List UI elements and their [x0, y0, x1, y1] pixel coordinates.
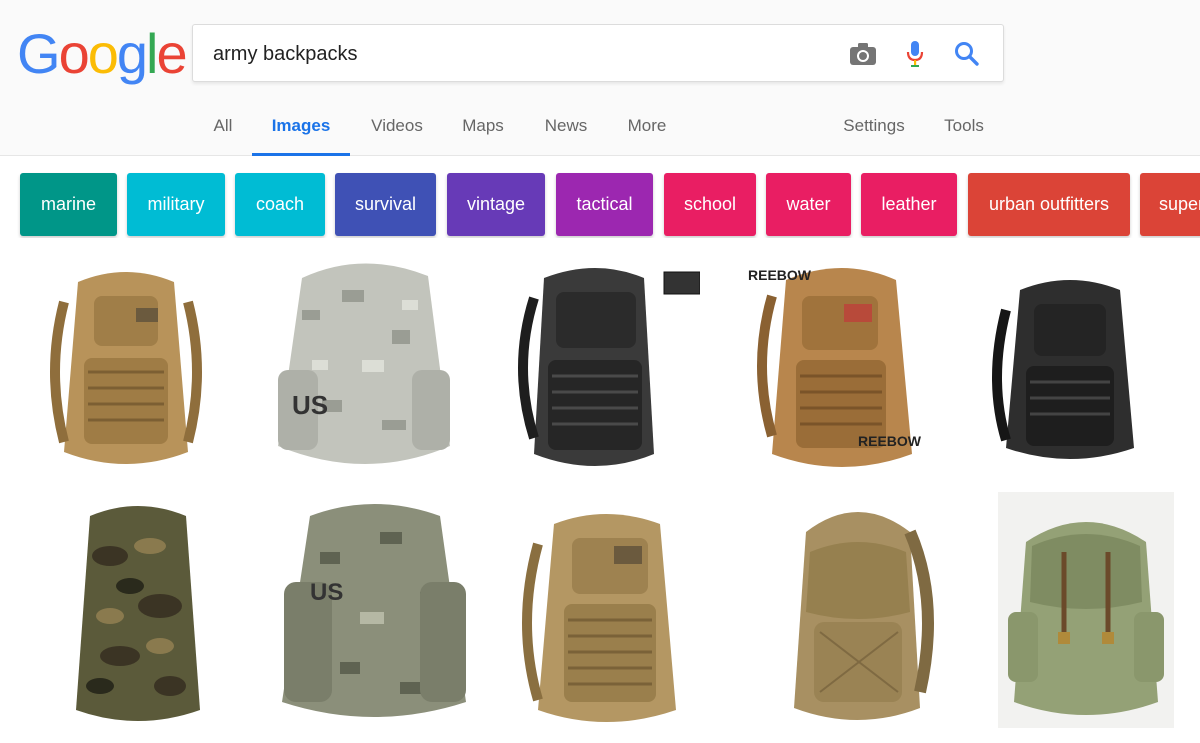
header: Google All — [0, 0, 1200, 156]
tab-maps[interactable]: Maps — [454, 104, 512, 156]
reebow-brand-text: REEBOW — [748, 267, 812, 283]
logo-letter: g — [116, 22, 148, 85]
svg-text:US: US — [310, 579, 343, 606]
camera-icon[interactable] — [848, 39, 878, 69]
tab-all[interactable]: All — [205, 104, 241, 156]
svg-text:US: US — [292, 390, 328, 420]
image-result-6[interactable] — [60, 496, 216, 728]
tab-images[interactable]: Images — [252, 104, 350, 156]
image-result-8[interactable] — [510, 504, 700, 730]
image-result-10[interactable] — [998, 492, 1174, 728]
image-result-2[interactable]: US — [262, 250, 462, 476]
tab-news[interactable]: News — [536, 104, 596, 156]
search-input[interactable] — [213, 41, 833, 67]
microphone-icon[interactable] — [900, 39, 930, 69]
search-icon[interactable] — [952, 39, 982, 69]
logo-letter: o — [87, 22, 119, 85]
chip-survival[interactable]: survival — [335, 173, 436, 236]
backpack-image — [518, 268, 700, 466]
tab-tools[interactable]: Tools — [936, 104, 992, 156]
backpack-image — [522, 514, 676, 722]
image-result-5[interactable] — [984, 270, 1156, 466]
backpack-image — [998, 492, 1174, 728]
reebow-brand-text: REEBOW — [858, 433, 922, 449]
chip-leather[interactable]: leather — [861, 173, 957, 236]
logo-letter: e — [156, 22, 187, 85]
tab-more[interactable]: More — [618, 104, 676, 156]
chip-vintage[interactable]: vintage — [447, 173, 545, 236]
related-searches: marine military coach survival vintage t… — [0, 172, 1200, 238]
logo-letter: G — [17, 22, 61, 85]
backpack-image — [50, 272, 202, 464]
backpack-image — [992, 280, 1134, 459]
image-result-9[interactable] — [770, 492, 946, 728]
chip-water[interactable]: water — [766, 173, 851, 236]
tab-videos[interactable]: Videos — [362, 104, 432, 156]
chip-coach[interactable]: coach — [235, 173, 325, 236]
image-result-4[interactable]: REEBOW REEBOW — [746, 256, 934, 474]
tab-settings[interactable]: Settings — [836, 104, 912, 156]
logo-letter: o — [58, 22, 90, 85]
backpack-image: US — [278, 263, 450, 464]
search-box — [192, 24, 1004, 82]
chip-school[interactable]: school — [664, 173, 756, 236]
backpack-image — [76, 506, 200, 721]
backpack-image — [794, 512, 934, 720]
chip-military[interactable]: military — [127, 173, 225, 236]
image-result-7[interactable]: US — [270, 492, 478, 728]
backpack-image: REEBOW REEBOW — [748, 267, 922, 467]
image-results-grid: US REEBOW REEBOW US — [0, 248, 1200, 743]
chip-marine[interactable]: marine — [20, 173, 117, 236]
image-result-3[interactable] — [504, 258, 700, 474]
backpack-image: US — [282, 504, 466, 717]
google-logo[interactable]: Google — [17, 22, 188, 86]
chip-urban-outfitters[interactable]: urban outfitters — [968, 173, 1130, 236]
search-tabs: All Images Videos Maps News More Setting… — [0, 104, 1200, 156]
image-result-1[interactable] — [38, 262, 214, 474]
logo-letter: l — [146, 22, 159, 85]
chip-super[interactable]: super — [1140, 173, 1200, 236]
chip-tactical[interactable]: tactical — [556, 173, 653, 236]
